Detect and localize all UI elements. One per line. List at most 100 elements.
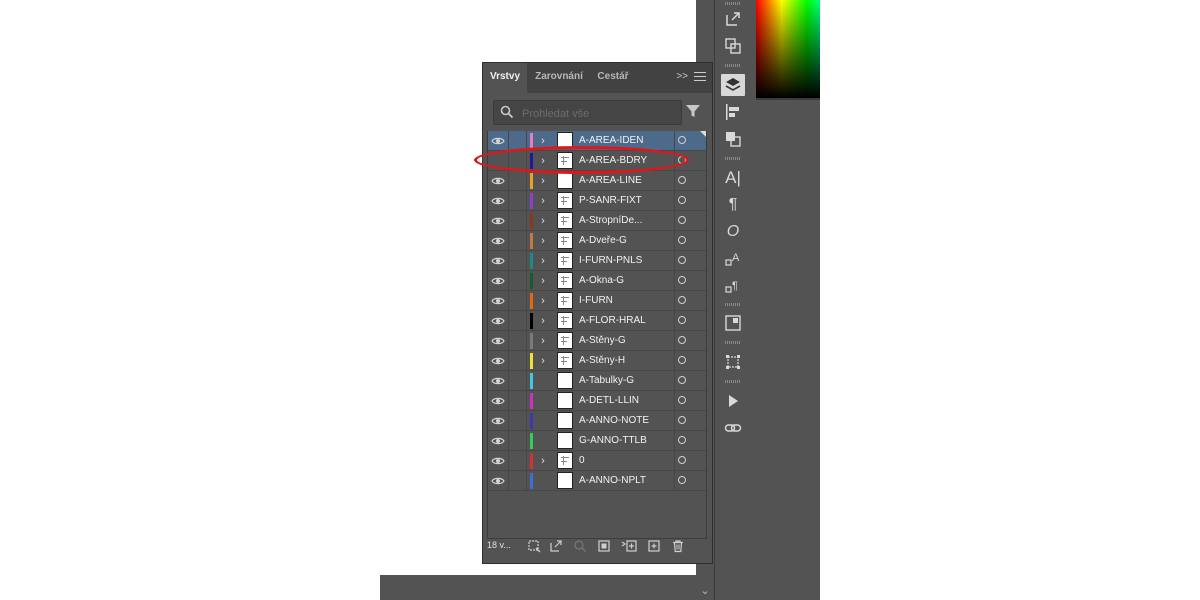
layer-name[interactable]: A-Tabulky-G [579,371,634,391]
target-circle-icon[interactable] [678,236,686,244]
align-icon[interactable] [721,101,745,123]
character-styles-icon[interactable]: A [721,248,745,270]
layer-row[interactable]: A-Tabulky-G [488,371,706,391]
chevron-right-icon[interactable]: › [538,333,548,349]
eye-icon[interactable] [491,354,505,368]
layer-name[interactable]: A-AREA-BDRY [579,151,647,171]
make-clipping-mask-icon[interactable] [597,539,611,553]
chevron-right-icon[interactable]: › [538,253,548,269]
target-circle-icon[interactable] [678,216,686,224]
lock-toggle[interactable] [508,451,509,471]
lock-toggle[interactable] [508,271,509,291]
eye-icon[interactable] [491,414,505,428]
opentype-icon[interactable]: O [721,221,745,243]
color-spectrum[interactable] [756,0,820,100]
chevron-right-icon[interactable]: › [538,353,548,369]
locate-object-icon[interactable] [573,539,587,553]
lock-toggle[interactable] [508,151,509,171]
chevron-right-icon[interactable]: › [538,133,548,149]
trash-icon[interactable] [671,539,685,553]
toolbar-grip[interactable] [725,157,741,160]
image-trace-icon[interactable] [721,312,745,334]
eye-icon[interactable] [491,274,505,288]
toolbar-grip[interactable] [725,303,741,306]
chevron-right-icon[interactable]: › [538,313,548,329]
eye-icon[interactable] [491,134,505,148]
layer-name[interactable]: A-Stěny-G [579,331,626,351]
layer-row[interactable]: › A-FLOR-HRAL [488,311,706,331]
tab-pathfinder[interactable]: Cestář [593,63,633,93]
layer-row[interactable]: › P-SANR-FIXT [488,191,706,211]
chevron-right-icon[interactable]: › [538,193,548,209]
eye-icon[interactable] [491,454,505,468]
layer-row[interactable]: › I-FURN [488,291,706,311]
lock-toggle[interactable] [508,131,509,151]
target-circle-icon[interactable] [678,456,686,464]
target-circle-icon[interactable] [678,356,686,364]
target-circle-icon[interactable] [678,196,686,204]
export-icon[interactable] [721,8,745,30]
layer-name[interactable]: A-FLOR-HRAL [579,311,646,331]
lock-toggle[interactable] [508,471,509,491]
layer-name[interactable]: P-SANR-FIXT [579,191,642,211]
target-circle-icon[interactable] [678,316,686,324]
eye-icon[interactable] [491,174,505,188]
chevron-right-icon[interactable]: › [538,233,548,249]
panel-menu-icon[interactable] [694,69,706,83]
artboards-icon[interactable] [721,35,745,57]
chevron-right-icon[interactable]: › [538,213,548,229]
collect-for-export-icon[interactable] [527,539,541,553]
pathfinder-icon[interactable] [721,128,745,150]
lock-toggle[interactable] [508,431,509,451]
eye-icon[interactable] [491,154,505,168]
lock-toggle[interactable] [508,411,509,431]
layer-row[interactable]: › A-Stěny-H [488,351,706,371]
lock-toggle[interactable] [508,211,509,231]
layer-name[interactable]: A-Okna-G [579,271,624,291]
layer-name[interactable]: G-ANNO-TTLB [579,431,647,451]
chevron-right-icon[interactable]: › [538,173,548,189]
layer-name[interactable]: 0 [579,451,585,471]
target-circle-icon[interactable] [678,156,686,164]
layer-name[interactable]: I-FURN-PNLS [579,251,642,271]
layer-row[interactable]: › A-AREA-BDRY [488,151,706,171]
lock-toggle[interactable] [508,351,509,371]
more-tabs-button[interactable]: >> [676,71,688,82]
eye-icon[interactable] [491,474,505,488]
eye-icon[interactable] [491,194,505,208]
create-layer-icon[interactable] [647,539,661,553]
lock-toggle[interactable] [508,191,509,211]
chevron-right-icon[interactable]: › [538,453,548,469]
eye-icon[interactable] [491,234,505,248]
eye-icon[interactable] [491,374,505,388]
lock-toggle[interactable] [508,331,509,351]
eye-icon[interactable] [491,214,505,228]
layer-row[interactable]: › 0 [488,451,706,471]
layer-row[interactable]: G-ANNO-TTLB [488,431,706,451]
layer-row[interactable]: › A-Stěny-G [488,331,706,351]
toolbar-grip[interactable] [725,380,741,383]
chevron-right-icon[interactable]: › [538,293,548,309]
layer-row[interactable]: › A-Dveře-G [488,231,706,251]
links-icon[interactable] [721,417,745,439]
target-circle-icon[interactable] [678,416,686,424]
tab-layers[interactable]: Vrstvy [483,63,527,93]
eye-icon[interactable] [491,434,505,448]
lock-toggle[interactable] [508,171,509,191]
chevron-down-icon[interactable]: ⌄ [698,584,712,598]
layer-row[interactable]: › A-StropníDe... [488,211,706,231]
lock-toggle[interactable] [508,291,509,311]
layers-icon[interactable] [721,74,745,96]
layer-row[interactable]: › A-AREA-LINE [488,171,706,191]
layer-name[interactable]: A-Dveře-G [579,231,627,251]
layer-name[interactable]: A-AREA-LINE [579,171,642,191]
layer-row[interactable]: › A-Okna-G [488,271,706,291]
layer-name[interactable]: A-Stěny-H [579,351,625,371]
layer-name[interactable]: A-DETL-LLIN [579,391,639,411]
export-selection-icon[interactable] [549,539,563,553]
paragraph-styles-icon[interactable]: ¶ [721,275,745,297]
target-circle-icon[interactable] [678,336,686,344]
layer-name[interactable]: A-ANNO-NPLT [579,471,646,491]
layer-row[interactable]: › I-FURN-PNLS [488,251,706,271]
chevron-right-icon[interactable]: › [538,273,548,289]
